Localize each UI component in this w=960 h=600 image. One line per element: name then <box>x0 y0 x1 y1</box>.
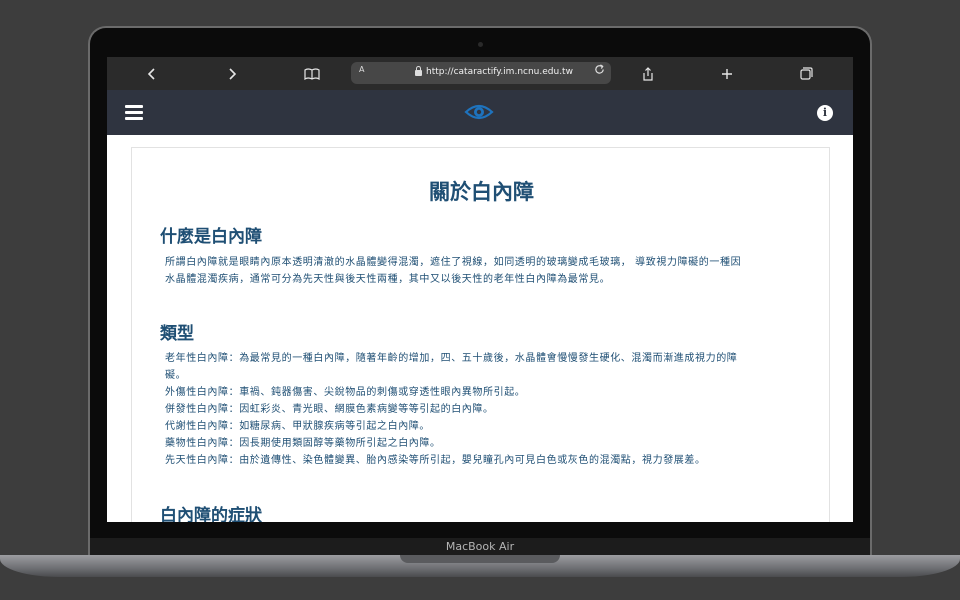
back-icon[interactable] <box>140 57 164 90</box>
text-size-icon[interactable]: A <box>359 65 364 74</box>
app-header: i <box>107 90 853 135</box>
url-text: http://cataractify.im.ncnu.edu.tw <box>426 67 573 77</box>
forward-icon[interactable] <box>220 57 244 90</box>
tabs-icon[interactable] <box>794 57 818 90</box>
book-icon[interactable] <box>300 57 324 90</box>
browser-toolbar: A http://cataractify.im.ncnu.edu.tw <box>107 57 853 90</box>
section-body-types: 老年性白內障：為最常見的一種白內障，隨著年齡的增加，四、五十歲後，水晶體會慢慢發… <box>165 350 805 469</box>
article-card: 關於白內障 什麼是白內障 所謂白內障就是眼睛內原本透明清澈的水晶體變得混濁，遮住… <box>131 147 830 522</box>
camera-dot <box>478 42 483 47</box>
share-icon[interactable] <box>636 57 660 90</box>
type-line: 外傷性白內障：車禍、鈍器傷害、尖銳物品的刺傷或穿透性眼內異物所引起。 <box>165 387 526 398</box>
section-body-what: 所謂白內障就是眼睛內原本透明清澈的水晶體變得混濁，遮住了視線，如同透明的玻璃變成… <box>165 254 805 288</box>
type-line: 先天性白內障：由於遺傳性、染色體變異、胎內感染等所引起，嬰兒瞳孔內可見白色或灰色… <box>165 455 706 466</box>
new-tab-icon[interactable] <box>715 57 739 90</box>
type-line: 礙。 <box>165 370 187 381</box>
brand-label: MacBook Air <box>445 540 515 553</box>
page-title: 關於白內障 <box>429 180 534 204</box>
section-heading-symptoms: 白內障的症狀 <box>160 506 262 522</box>
reload-icon[interactable] <box>594 64 605 78</box>
content-area: 關於白內障 什麼是白內障 所謂白內障就是眼睛內原本透明清澈的水晶體變得混濁，遮住… <box>107 135 853 522</box>
lock-icon <box>415 66 422 76</box>
type-line: 代謝性白內障：如糖尿病、甲狀腺疾病等引起之白內障。 <box>165 421 430 432</box>
info-icon[interactable]: i <box>817 105 833 121</box>
section-heading-types: 類型 <box>160 324 194 344</box>
type-line: 併發性白內障：因虹彩炎、青光眼、網膜色素病變等等引起的白內障。 <box>165 404 494 415</box>
url-field[interactable]: A http://cataractify.im.ncnu.edu.tw <box>351 62 611 84</box>
eye-logo-icon[interactable] <box>464 102 494 126</box>
type-line: 藥物性白內障：因長期使用類固醇等藥物所引起之白內障。 <box>165 438 441 449</box>
hamburger-icon[interactable] <box>125 105 143 121</box>
screen: A http://cataractify.im.ncnu.edu.tw i 關於… <box>107 57 853 522</box>
section-heading-what: 什麼是白內障 <box>160 227 262 247</box>
laptop-lid: A http://cataractify.im.ncnu.edu.tw i 關於… <box>88 26 872 540</box>
laptop-hinge: MacBook Air <box>88 538 872 556</box>
laptop-notch <box>400 555 560 563</box>
type-line: 老年性白內障：為最常見的一種白內障，隨著年齡的增加，四、五十歲後，水晶體會慢慢發… <box>165 353 738 364</box>
paragraph-line: 水晶體混濁疾病，通常可分為先天性與後天性兩種，其中又以後天性的老年性白內障為最常… <box>165 274 611 285</box>
paragraph-line: 所謂白內障就是眼睛內原本透明清澈的水晶體變得混濁，遮住了視線，如同透明的玻璃變成… <box>165 257 742 268</box>
